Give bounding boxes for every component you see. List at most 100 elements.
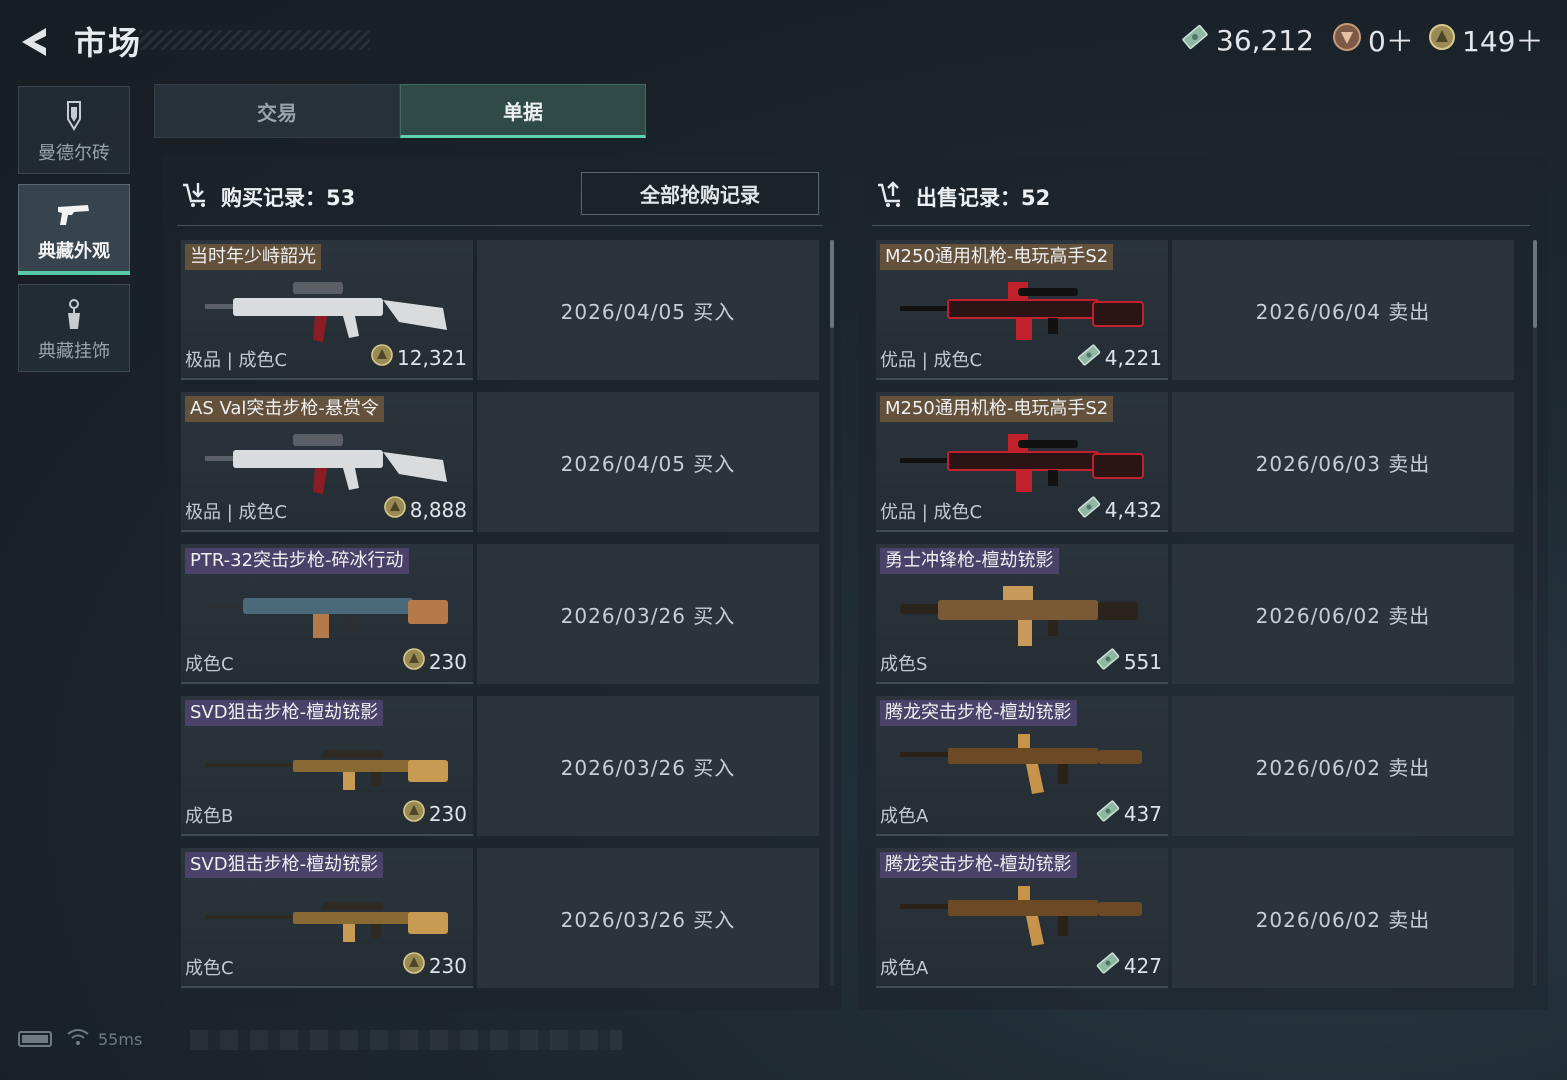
cash-amount: 36,212 [1216, 23, 1314, 57]
price-value: 551 [1123, 649, 1162, 674]
item-quality: 成色A [880, 806, 929, 827]
item-quality: 极品 | 成色C [185, 350, 288, 371]
weapon-thumbnail [203, 882, 455, 956]
weapon-image [205, 598, 448, 638]
item-name: 腾龙突击步枪-檀劫铳影 [880, 852, 1077, 878]
currency-token[interactable]: 0＋ [1332, 20, 1414, 60]
item-price: 4,221 [1076, 343, 1162, 372]
sidebar-item-collection-skins[interactable]: 典藏外观 [18, 184, 130, 275]
price-value: 230 [428, 801, 467, 826]
item-card[interactable]: 当时年少峙韶光极品 | 成色C 12,321 [181, 240, 473, 380]
weapon-image [900, 734, 1142, 794]
battery-icon [18, 1031, 52, 1047]
item-price: 551 [1095, 647, 1162, 676]
brick-icon [19, 99, 129, 135]
weapon-image [205, 902, 448, 942]
record-date: 2026/04/05 买入 [477, 240, 819, 380]
record-row[interactable]: 腾龙突击步枪-檀劫铳影 成色A 437 2026/06/02 卖出 [876, 696, 1514, 836]
sale-scrollbar[interactable] [1533, 240, 1537, 985]
back-button[interactable] [16, 22, 56, 62]
scrollbar-thumb[interactable] [1533, 240, 1537, 328]
item-name: M250通用机枪-电玩高手S2 [880, 244, 1114, 270]
pistol-icon [19, 197, 129, 233]
sale-header: 出售记录：52 [876, 177, 1050, 217]
item-quality: 成色C [185, 654, 234, 675]
coin-icon [402, 951, 426, 980]
item-card[interactable]: SVD狙击步枪-檀劫铳影 成色C 230 [181, 848, 473, 988]
record-row[interactable]: SVD狙击步枪-檀劫铳影 成色B 230 2026/03/26 买入 [181, 696, 819, 836]
item-price: 427 [1095, 951, 1162, 980]
item-card[interactable]: 勇士冲锋枪-檀劫铳影 成色S 551 [876, 544, 1168, 684]
cash-icon [1095, 799, 1121, 828]
price-value: 230 [428, 649, 467, 674]
price-value: 12,321 [397, 345, 467, 370]
weapon-thumbnail [203, 274, 455, 348]
weapon-thumbnail [898, 882, 1150, 956]
cash-icon [1095, 647, 1121, 676]
ping-text: 55ms [98, 1029, 143, 1049]
item-name: 当时年少峙韶光 [185, 244, 321, 270]
record-row[interactable]: M250通用机枪-电玩高手S2 优品 | 成色C 4,221 2026/06/04 卖… [876, 240, 1514, 380]
weapon-image [205, 434, 447, 494]
price-value: 8,888 [409, 497, 467, 522]
record-date: 2026/06/02 卖出 [1172, 544, 1514, 684]
weapon-thumbnail [898, 730, 1150, 804]
record-date: 2026/03/26 买入 [477, 696, 819, 836]
item-card[interactable]: 腾龙突击步枪-檀劫铳影 成色A 437 [876, 696, 1168, 836]
record-row[interactable]: SVD狙击步枪-檀劫铳影 成色C 230 2026/03/26 买入 [181, 848, 819, 988]
item-card[interactable]: 腾龙突击步枪-檀劫铳影 成色A 427 [876, 848, 1168, 988]
record-date: 2026/06/04 卖出 [1172, 240, 1514, 380]
coin-icon [402, 647, 426, 676]
item-name: M250通用机枪-电玩高手S2 [880, 396, 1114, 422]
record-row[interactable]: 当时年少峙韶光极品 | 成色C 12,321 2026/04/05 买入 [181, 240, 819, 380]
record-row[interactable]: 勇士冲锋枪-檀劫铳影 成色S 551 2026/06/02 卖出 [876, 544, 1514, 684]
item-price: 437 [1095, 799, 1162, 828]
charm-icon [19, 297, 129, 333]
weapon-thumbnail [898, 274, 1150, 348]
item-card[interactable]: SVD狙击步枪-檀劫铳影 成色B 230 [181, 696, 473, 836]
sidebar-item-label: 典藏挂饰 [38, 341, 110, 362]
item-card[interactable]: AS Val突击步枪-悬赏令 极品 | 成色C 8,888 [181, 392, 473, 532]
item-name: 勇士冲锋枪-檀劫铳影 [880, 548, 1059, 574]
wifi-icon [66, 1027, 90, 1051]
all-snapup-records-button[interactable]: 全部抢购记录 [581, 172, 819, 215]
tab-orders[interactable]: 单据 [400, 84, 646, 138]
title-decoration [140, 30, 370, 50]
item-quality: 成色C [185, 958, 234, 979]
record-date: 2026/03/26 买入 [477, 848, 819, 988]
price-value: 4,432 [1104, 497, 1162, 522]
divider [872, 225, 1530, 226]
record-row[interactable]: AS Val突击步枪-悬赏令 极品 | 成色C 8,888 2026/04/05 买入 [181, 392, 819, 532]
item-quality: 极品 | 成色C [185, 502, 288, 523]
item-quality: 优品 | 成色C [880, 350, 983, 371]
record-row[interactable]: PTR-32突击步枪-碎冰行动 成色C 230 2026/03/26 买入 [181, 544, 819, 684]
cash-icon [1180, 22, 1210, 59]
weapon-thumbnail [898, 578, 1150, 652]
token-amount: 0＋ [1368, 25, 1414, 58]
tab-trade[interactable]: 交易 [154, 84, 400, 138]
weapon-image [900, 886, 1142, 946]
record-row[interactable]: M250通用机枪-电玩高手S2 优品 | 成色C 4,432 2026/06/03 卖… [876, 392, 1514, 532]
item-card[interactable]: PTR-32突击步枪-碎冰行动 成色C 230 [181, 544, 473, 684]
top-bar: 市场 36,212 0＋ 149＋ [0, 0, 1567, 80]
item-price: 230 [402, 799, 467, 828]
weapon-thumbnail [898, 426, 1150, 500]
record-row[interactable]: 腾龙突击步枪-檀劫铳影 成色A 427 2026/06/02 卖出 [876, 848, 1514, 988]
record-date: 2026/04/05 买入 [477, 392, 819, 532]
sale-title: 出售记录：52 [916, 186, 1051, 210]
currency-coin[interactable]: 149＋ [1428, 20, 1543, 60]
currency-cash[interactable]: 36,212 [1180, 20, 1314, 60]
weapon-image [205, 282, 447, 342]
weapon-image [900, 282, 1144, 340]
item-card[interactable]: M250通用机枪-电玩高手S2 优品 | 成色C 4,221 [876, 240, 1168, 380]
sidebar-item-mandel-brick[interactable]: 曼德尔砖 [18, 86, 130, 174]
scrollbar-thumb[interactable] [830, 240, 834, 328]
record-date: 2026/06/03 卖出 [1172, 392, 1514, 532]
blurred-text [190, 1030, 622, 1050]
coin-icon [1428, 23, 1456, 58]
item-card[interactable]: M250通用机枪-电玩高手S2 优品 | 成色C 4,432 [876, 392, 1168, 532]
cash-icon [1076, 343, 1102, 372]
purchase-header: 购买记录：53 [181, 177, 355, 217]
purchase-scrollbar[interactable] [830, 240, 834, 985]
sidebar-item-collection-charms[interactable]: 典藏挂饰 [18, 284, 130, 372]
